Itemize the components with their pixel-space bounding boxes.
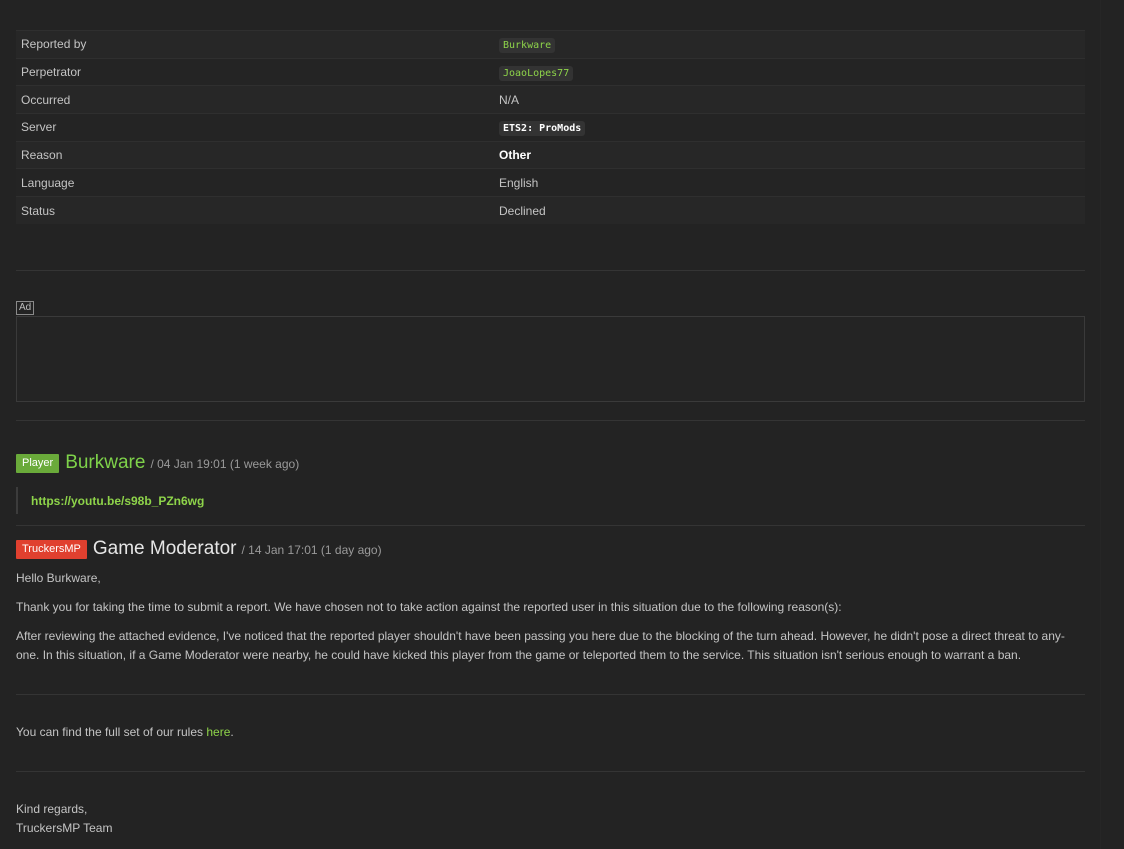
divider xyxy=(16,525,1085,526)
table-row: Reason Other xyxy=(16,141,1085,169)
rules-text: You can find the full set of our rules xyxy=(16,725,207,739)
divider xyxy=(16,771,1085,772)
comment-author[interactable]: Burkware xyxy=(65,452,145,474)
row-label-reason: Reason xyxy=(21,148,63,163)
rules-end: . xyxy=(230,725,234,739)
language-value: English xyxy=(499,175,539,190)
comment-author[interactable]: Game Moderator xyxy=(93,538,237,560)
comment-timestamp: / 04 Jan 19:01 (1 week ago) xyxy=(150,457,300,471)
reporter-username: Burkware xyxy=(499,38,556,54)
role-badge-player: Player xyxy=(16,453,60,473)
comment-quote: https://youtu.be/s98b_PZn6wg xyxy=(16,487,204,514)
table-row: Status Declined xyxy=(16,196,1085,225)
divider xyxy=(16,270,1085,271)
table-row: Language English xyxy=(16,168,1085,197)
perpetrator-username: JoaoLopes77 xyxy=(499,66,574,82)
comment-reason-line: After reviewing the attached evidence, I… xyxy=(16,629,1065,643)
report-details-table: Reported by Burkware Perpetrator JoaoLop… xyxy=(16,30,1085,225)
comment-reason-line: one. In this situation, if a Game Modera… xyxy=(16,648,1022,662)
role-badge-truckersmp: TruckersMP xyxy=(16,539,87,559)
comment-header: TruckersMP Game Moderator / 14 Jan 17:01… xyxy=(16,538,382,560)
table-row: Occurred N/A xyxy=(16,85,1085,114)
server-value: ETS2: ProMods xyxy=(499,121,586,137)
comment-greeting: Hello Burkware, xyxy=(16,571,101,585)
rules-paragraph: You can find the full set of our rules h… xyxy=(16,723,1086,742)
sign-off-team: TruckersMP Team xyxy=(16,821,113,835)
table-row: Reported by Burkware xyxy=(16,30,1085,59)
reason-value: Other xyxy=(499,148,532,163)
evidence-link[interactable]: https://youtu.be/s98b_PZn6wg xyxy=(31,494,204,508)
ad-label: Ad xyxy=(16,301,35,315)
table-row: Server ETS2: ProMods xyxy=(16,113,1085,142)
row-label-reported-by: Reported by xyxy=(21,37,87,52)
divider xyxy=(16,420,1085,421)
row-label-occurred: Occurred xyxy=(21,92,71,107)
page-edge-divider xyxy=(1100,0,1101,849)
row-label-language: Language xyxy=(21,175,75,190)
row-label-perpetrator: Perpetrator xyxy=(21,65,82,80)
rules-link[interactable]: here xyxy=(206,725,230,739)
comment-header: Player Burkware / 04 Jan 19:01 (1 week a… xyxy=(16,452,299,474)
table-row: Perpetrator JoaoLopes77 xyxy=(16,58,1085,86)
comment-intro: Thank you for taking the time to submit … xyxy=(16,600,842,614)
divider xyxy=(16,694,1085,695)
row-label-status: Status xyxy=(21,203,56,218)
comment-timestamp: / 14 Jan 17:01 (1 day ago) xyxy=(241,543,382,557)
status-value: Declined xyxy=(499,203,546,218)
occurred-value: N/A xyxy=(499,92,520,107)
row-label-server: Server xyxy=(21,120,57,135)
report-page: Reported by Burkware Perpetrator JoaoLop… xyxy=(0,0,1124,849)
ad-slot[interactable] xyxy=(16,316,1085,402)
sign-off-regards: Kind regards, xyxy=(16,802,88,816)
